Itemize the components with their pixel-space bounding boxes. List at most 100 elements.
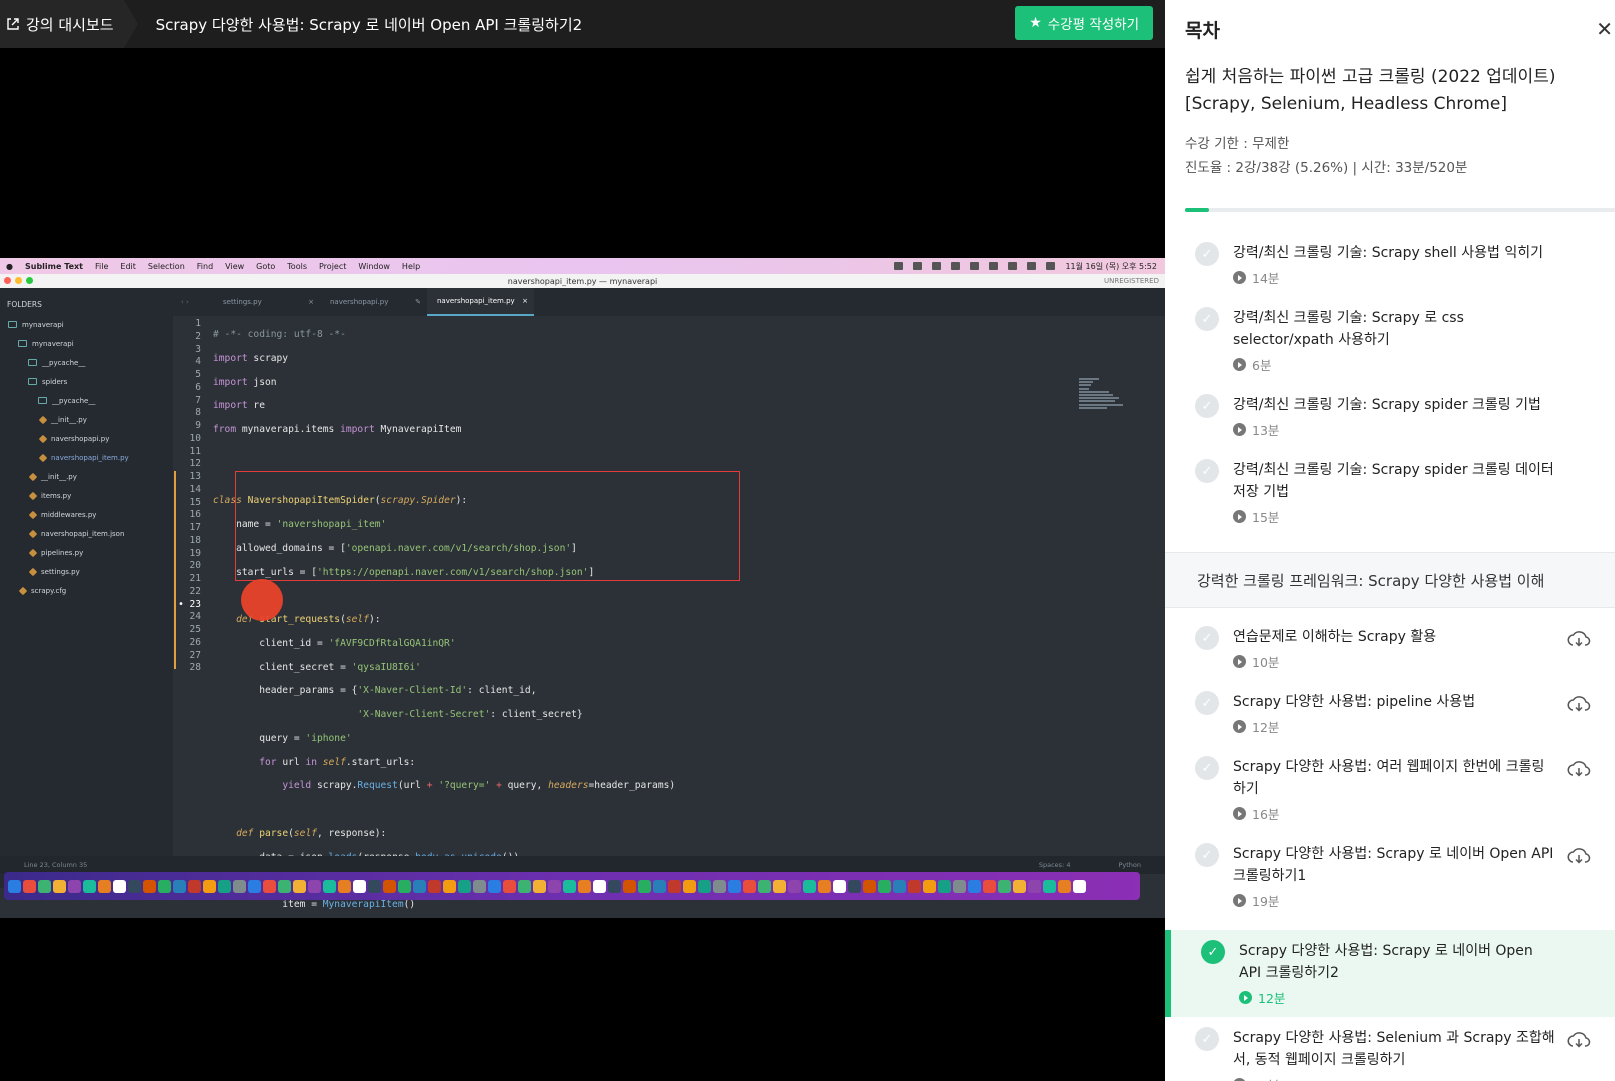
folders-header: FOLDERS [7, 300, 42, 309]
file-icon [28, 472, 38, 481]
dock-app-icon [773, 879, 786, 893]
dock-app-icon [53, 879, 66, 893]
dock-app-icon [503, 879, 516, 893]
lesson-item[interactable]: ✓ 연습문제로 이해하는 Scrapy 활용 10분 [1165, 626, 1615, 671]
tree-label: __init__.py [51, 415, 87, 424]
completed-check-icon: ✓ [1195, 756, 1219, 780]
menubar-item: Tools [287, 261, 307, 271]
dock-app-icon [23, 879, 36, 893]
dock-app-icon [638, 879, 651, 893]
dock-app-icon [353, 879, 366, 893]
menubar-item: Edit [120, 261, 136, 271]
lesson-item[interactable]: ✓ Scrapy 다양한 사용법: pipeline 사용법 12분 [1165, 691, 1615, 736]
tree-label: __pycache__ [42, 358, 86, 367]
dock-app-icon [818, 879, 831, 893]
tree-label: spiders [42, 377, 68, 386]
lesson-item[interactable]: ✓ Scrapy 다양한 사용법: Scrapy 로 네이버 Open API 크… [1165, 843, 1615, 910]
duration-text: 19분 [1252, 894, 1280, 909]
tree-file: pipelines.py [0, 543, 173, 562]
lesson-item[interactable]: ✓ 강력/최신 크롤링 기술: Scrapy spider 크롤링 데이터 저장 … [1165, 459, 1615, 526]
dock-app-icon [233, 879, 246, 893]
menubar-app-name: Sublime Text [24, 261, 84, 271]
dock-app-icon [1043, 879, 1056, 893]
play-icon [1233, 720, 1246, 733]
lesson-title: Scrapy 다양한 사용법: Selenium 과 Scrapy 조합해서, … [1233, 1030, 1555, 1068]
course-meta: 수강 기한 : 무제한 진도율 : 2강/38강 (5.26%) | 시간: 3… [1165, 118, 1615, 180]
lesson-title: 연습문제로 이해하는 Scrapy 활용 [1233, 629, 1437, 645]
file-icon [38, 453, 48, 462]
section-header[interactable]: 강력한 크롤링 프레임워크: Scrapy 다양한 사용법 이해 [1165, 552, 1615, 608]
completed-check-icon: ✓ [1195, 459, 1219, 483]
write-review-button[interactable]: ★ 수강평 작성하기 [1015, 6, 1153, 40]
lesson-title: 강력/최신 크롤링 기술: Scrapy 로 css selector/xpat… [1233, 310, 1464, 348]
course-period: 수강 기한 : 무제한 [1185, 136, 1290, 152]
editor-tab: navershopapi.py ✎ [320, 288, 427, 316]
dock-app-icon [383, 879, 396, 893]
play-icon [1233, 271, 1246, 284]
tree-label: __pycache__ [52, 396, 96, 405]
lesson-item[interactable]: ✓ Scrapy 다양한 사용법: Scrapy 로 네이버 Open API 크… [1165, 930, 1615, 1017]
lesson-item[interactable]: ✓ Scrapy 다양한 사용법: 여러 웹페이지 한번에 크롤링하기 16분 [1165, 756, 1615, 823]
lesson-duration: 13분 [1233, 420, 1555, 439]
lesson-item[interactable]: ✓ 강력/최신 크롤링 기술: Scrapy spider 크롤링 기법 13분 [1165, 394, 1615, 439]
tray-icon [951, 262, 961, 270]
menubar-item: View [225, 261, 245, 271]
dock-app-icon [833, 879, 846, 893]
dock-app-icon [293, 879, 306, 893]
dock-app-icon [458, 879, 471, 893]
tray-icon [932, 262, 942, 270]
lesson-duration: 19분 [1233, 891, 1555, 910]
download-icon[interactable] [1567, 760, 1591, 778]
lesson-duration: 16분 [1233, 1075, 1555, 1081]
tree-file: navershopapi_item.json [0, 524, 173, 543]
lesson-item[interactable]: ✓ 강력/최신 크롤링 기술: Scrapy 로 css selector/xpa… [1165, 307, 1615, 374]
lesson-item[interactable]: ✓ 강력/최신 크롤링 기술: Scrapy shell 사용법 익히기 14분 [1165, 242, 1615, 287]
tree-label: settings.py [41, 567, 80, 576]
syntax-mode: Python [1118, 861, 1141, 869]
duration-text: 10분 [1252, 655, 1280, 670]
dashboard-label: 강의 대시보드 [26, 15, 114, 34]
lesson-item[interactable]: ✓ Scrapy 다양한 사용법: Selenium 과 Scrapy 조합해서,… [1165, 1027, 1615, 1081]
close-window-icon [4, 277, 11, 284]
toc-title: 목차 [1185, 19, 1220, 42]
duration-text: 16분 [1252, 1075, 1279, 1081]
editor-tab-active: navershopapi_item.py × [427, 288, 534, 316]
close-panel-icon[interactable]: ✕ [1596, 17, 1613, 41]
tree-file: __init__.py [0, 410, 173, 429]
tree-folder: mynaverapi [0, 315, 173, 334]
lesson-duration: 14분 [1233, 268, 1555, 287]
download-icon[interactable] [1567, 1031, 1591, 1049]
tree-folder: mynaverapi [0, 334, 173, 353]
lesson-duration: 16분 [1233, 804, 1555, 823]
tree-label: navershopapi_item.json [41, 529, 125, 538]
dock-app-icon [188, 879, 201, 893]
download-icon[interactable] [1567, 847, 1591, 865]
dock-app-icon [788, 879, 801, 893]
menubar-clock: 11월 16일 (목) 오후 5:52 [1065, 261, 1157, 271]
completed-check-icon: ✓ [1195, 307, 1219, 331]
dashboard-button[interactable]: 강의 대시보드 [0, 0, 138, 48]
play-icon [1233, 894, 1246, 907]
minimap [1079, 378, 1129, 418]
tree-label: pipelines.py [41, 548, 84, 557]
tree-label: navershopapi.py [51, 434, 110, 443]
dock-app-icon [143, 879, 156, 893]
dock-app-icon [428, 879, 441, 893]
folder-icon [38, 397, 47, 404]
dock-app-icon [623, 879, 636, 893]
dock-app-icon [1013, 879, 1026, 893]
video-player[interactable]: ● Sublime Text File Edit Selection Find … [0, 48, 1165, 1081]
duration-text: 16분 [1252, 807, 1280, 822]
duration-text: 15분 [1252, 510, 1280, 525]
play-icon [1239, 991, 1252, 1004]
download-icon[interactable] [1567, 630, 1591, 648]
dock-app-icon [1058, 879, 1071, 893]
tray-icon [1008, 262, 1018, 270]
lesson-title: 강력/최신 크롤링 기술: Scrapy spider 크롤링 데이터 저장 기… [1233, 462, 1554, 500]
play-icon [1233, 655, 1246, 668]
dock-app-icon [608, 879, 621, 893]
download-icon[interactable] [1567, 695, 1591, 713]
play-icon [1233, 358, 1246, 371]
lesson-title: Scrapy 다양한 사용법: Scrapy 로 네이버 Open API 크롤… [1239, 943, 1533, 981]
folder-icon [28, 359, 37, 366]
